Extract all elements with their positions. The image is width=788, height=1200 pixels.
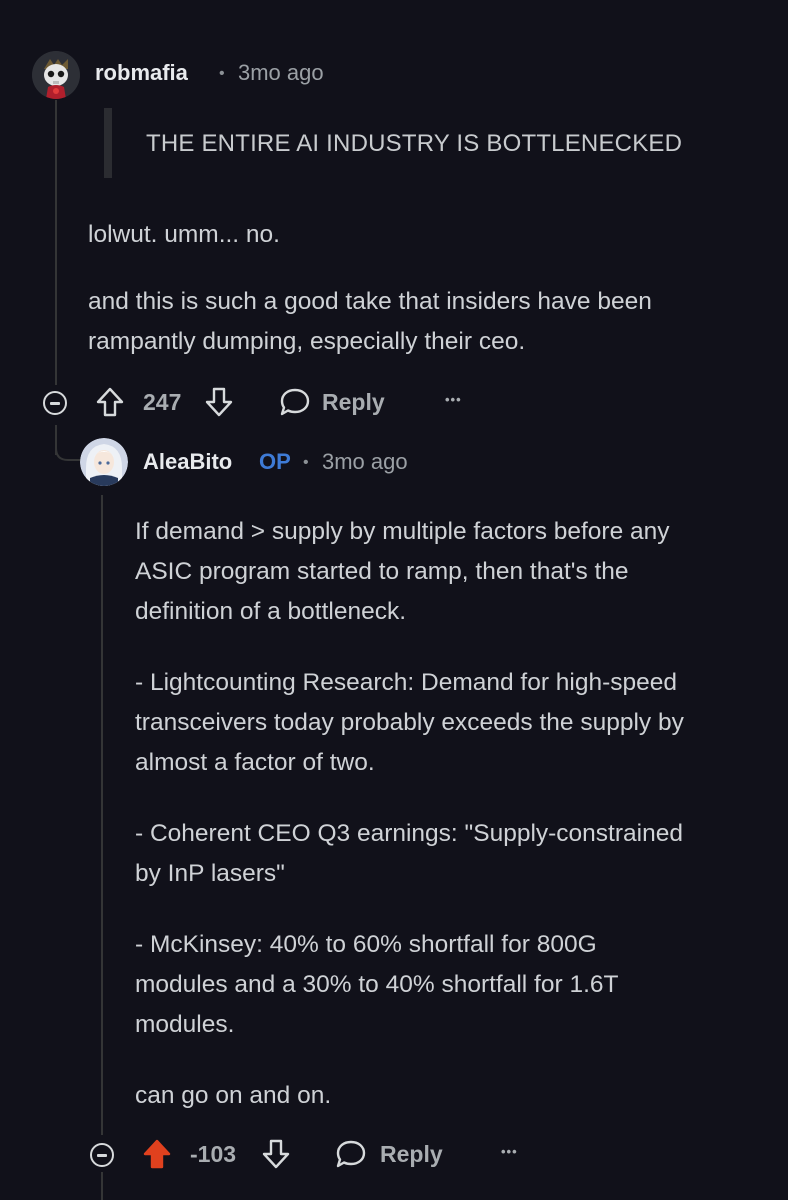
speech-bubble-icon [280, 388, 310, 416]
username[interactable]: robmafia [95, 60, 188, 86]
comment-paragraph: - Lightcounting Research: Demand for hig… [135, 669, 684, 776]
collapse-icon[interactable] [90, 1143, 114, 1167]
block-quote: THE ENTIRE AI INDUSTRY IS BOTTLENECKED [146, 130, 683, 157]
arrow-up-icon[interactable] [142, 1138, 172, 1170]
comment-paragraph: lolwut. umm... no. [88, 221, 280, 248]
username[interactable]: AleaBito [143, 449, 232, 475]
thread-line-main[interactable] [55, 100, 57, 385]
more-options-button[interactable]: ••• [445, 392, 462, 407]
arrow-down-icon[interactable] [261, 1138, 291, 1170]
more-options-button[interactable]: ••• [501, 1144, 518, 1159]
thread-line-nested[interactable] [101, 495, 103, 1135]
timestamp: 3mo ago [322, 449, 408, 474]
comment-paragraph: - McKinsey: 40% to 60% shortfall for 800… [135, 931, 619, 1038]
arrow-down-icon[interactable] [204, 386, 234, 418]
anime-avatar-icon [80, 438, 128, 486]
skull-avatar-icon [32, 51, 80, 99]
comment-paragraph: - Coherent CEO Q3 earnings: "Supply-cons… [135, 820, 683, 887]
thread-line-tail [101, 1172, 103, 1200]
score: 247 [143, 389, 182, 415]
quote-bar [104, 108, 112, 178]
arrow-up-icon[interactable] [95, 386, 125, 418]
collapse-icon[interactable] [43, 391, 67, 415]
separator-dot: • [303, 454, 309, 471]
separator-dot: • [219, 65, 225, 82]
comment-paragraph: If demand > supply by multiple factors b… [135, 518, 670, 625]
speech-bubble-icon [336, 1140, 366, 1168]
score: -103 [190, 1141, 237, 1167]
avatar[interactable] [32, 51, 80, 99]
reply-label: Reply [380, 1141, 443, 1167]
comment-paragraph: can go on and on. [135, 1082, 332, 1109]
reply-label: Reply [322, 389, 385, 415]
op-badge: OP [259, 449, 291, 474]
avatar[interactable] [80, 438, 128, 486]
comment-paragraph: and this is such a good take that inside… [88, 288, 652, 355]
timestamp: 3mo ago [238, 60, 324, 85]
